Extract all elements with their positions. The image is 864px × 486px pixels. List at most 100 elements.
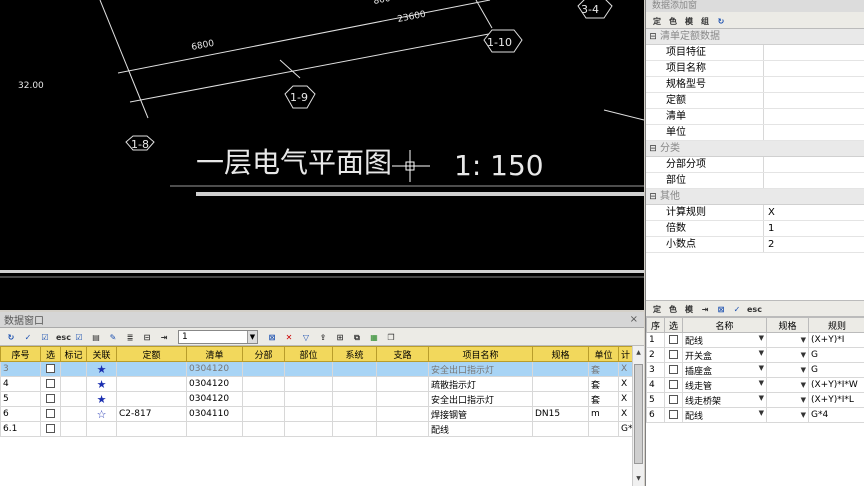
rule-name-select[interactable]: 插座盒 ▼ — [682, 362, 767, 378]
rule-name-select[interactable]: 配线 ▼ — [682, 407, 767, 423]
rule-spec-select[interactable]: ▼ — [766, 362, 809, 378]
filter-icon[interactable]: ▽ — [299, 330, 313, 343]
star-outline-icon[interactable]: ☆ — [97, 408, 107, 421]
column-header[interactable]: 名称 — [682, 317, 767, 333]
level-combo[interactable]: 1 ▼ — [178, 329, 258, 344]
scroll-thumb[interactable] — [634, 364, 643, 464]
column-header[interactable]: 规格 — [532, 346, 589, 362]
column-header[interactable]: 清单 — [186, 346, 243, 362]
rule-name-select[interactable]: 配线 ▼ — [682, 332, 767, 348]
chevron-down-icon[interactable]: ▼ — [759, 409, 764, 417]
vertical-scrollbar[interactable]: ▲ ▼ — [632, 346, 644, 486]
row-checkbox[interactable] — [46, 409, 55, 418]
color-button[interactable]: 色 — [666, 14, 680, 27]
esc-icon[interactable]: esc — [55, 330, 71, 343]
chevron-down-icon[interactable]: ▼ — [759, 379, 764, 387]
checkbox-icon[interactable]: ☑ — [72, 330, 86, 343]
chevron-down-icon[interactable]: ▼ — [759, 349, 764, 357]
column-header[interactable]: 分部 — [242, 346, 285, 362]
edit-icon[interactable]: ▤ — [89, 330, 103, 343]
column-header[interactable]: 标记 — [60, 346, 87, 362]
property-row[interactable]: 项目名称 — [646, 61, 864, 77]
rule-name-select[interactable]: 线走桥架 ▼ — [682, 392, 767, 408]
check-all-icon[interactable]: ☑ — [38, 330, 52, 343]
category-quota[interactable]: ⊟ 清单定额数据 — [646, 29, 864, 45]
row-checkbox[interactable] — [669, 365, 678, 374]
column-header[interactable]: 规则 — [808, 317, 864, 333]
ruler-icon[interactable]: ⊟ — [140, 330, 154, 343]
excel-icon[interactable]: ▦ — [367, 330, 381, 343]
property-row[interactable]: 部位 — [646, 173, 864, 189]
quota-button[interactable]: 定 — [650, 14, 664, 27]
row-checkbox[interactable] — [46, 364, 55, 373]
property-row[interactable]: 小数点 2 — [646, 237, 864, 253]
collapse-icon[interactable]: ⊟ — [646, 189, 660, 204]
row-checkbox[interactable] — [46, 379, 55, 388]
quota-button[interactable]: 定 — [650, 302, 664, 315]
rule-spec-select[interactable]: ▼ — [766, 377, 809, 393]
row-checkbox[interactable] — [669, 350, 678, 359]
axis-marker[interactable]: 1-10 — [483, 29, 523, 53]
column-header[interactable]: 部位 — [284, 346, 333, 362]
property-row[interactable]: 规格型号 — [646, 77, 864, 93]
cad-canvas[interactable]: 1-8 1-9 1-10 3-4 32.00 6800 23600 800 一层… — [0, 0, 644, 310]
column-header[interactable]: 序 — [646, 317, 665, 333]
axis-marker[interactable]: 1-8 — [125, 135, 155, 151]
calc-icon[interactable]: ⊠ — [265, 330, 279, 343]
check-icon[interactable]: ✓ — [730, 302, 744, 315]
rule-spec-select[interactable]: ▼ — [766, 407, 809, 423]
refresh-icon[interactable]: ↻ — [714, 14, 728, 27]
column-header[interactable]: 计 — [618, 346, 633, 362]
group-button[interactable]: 组 — [698, 14, 712, 27]
rule-name-select[interactable]: 线走管 ▼ — [682, 377, 767, 393]
chevron-down-icon[interactable]: ▼ — [759, 364, 764, 372]
row-checkbox[interactable] — [669, 410, 678, 419]
upload-icon[interactable]: ⇪ — [316, 330, 330, 343]
grid-icon[interactable]: ⊞ — [333, 330, 347, 343]
property-row[interactable]: 项目特征 — [646, 45, 864, 61]
color-button[interactable]: 色 — [666, 302, 680, 315]
table-row[interactable]: 2 开关盒 ▼ ▼ G — [646, 347, 864, 363]
column-header[interactable]: 序号 — [0, 346, 41, 362]
row-checkbox[interactable] — [46, 424, 55, 433]
scroll-up-icon[interactable]: ▲ — [634, 348, 643, 358]
table-row[interactable]: 3 ★ 0304120 安全出口指示灯 套 X — [0, 361, 633, 377]
table-row[interactable]: 6 配线 ▼ ▼ G*4 — [646, 407, 864, 423]
calc-icon[interactable]: ⊠ — [714, 302, 728, 315]
rule-spec-select[interactable]: ▼ — [766, 332, 809, 348]
template-button[interactable]: 模 — [682, 302, 696, 315]
rule-spec-select[interactable]: ▼ — [766, 347, 809, 363]
star-icon[interactable]: ★ — [97, 378, 107, 391]
property-row[interactable]: 单位 — [646, 125, 864, 141]
table-row[interactable]: 5 线走桥架 ▼ ▼ (X+Y)*I*L — [646, 392, 864, 408]
column-header[interactable]: 支路 — [376, 346, 429, 362]
chevron-down-icon[interactable]: ▼ — [801, 336, 806, 344]
chevron-down-icon[interactable]: ▼ — [801, 411, 806, 419]
collapse-icon[interactable]: ⊟ — [646, 141, 660, 156]
category-classification[interactable]: ⊟ 分类 — [646, 141, 864, 157]
column-header[interactable]: 规格 — [766, 317, 809, 333]
export-icon[interactable]: ⇥ — [698, 302, 712, 315]
chevron-down-icon[interactable]: ▼ — [801, 351, 806, 359]
delete-icon[interactable]: ✕ — [282, 330, 296, 343]
align-icon[interactable]: ≣ — [123, 330, 137, 343]
scroll-down-icon[interactable]: ▼ — [634, 474, 643, 484]
category-other[interactable]: ⊟ 其他 — [646, 189, 864, 205]
table-row[interactable]: 4 线走管 ▼ ▼ (X+Y)*I*W — [646, 377, 864, 393]
property-row[interactable]: 定额 — [646, 93, 864, 109]
check-icon[interactable]: ✓ — [21, 330, 35, 343]
template-button[interactable]: 模 — [682, 14, 696, 27]
refresh-icon[interactable]: ↻ — [4, 330, 18, 343]
chevron-down-icon[interactable]: ▼ — [759, 334, 764, 342]
column-header[interactable]: 选 — [40, 346, 61, 362]
copy-icon[interactable]: ❐ — [384, 330, 398, 343]
pencil-icon[interactable]: ✎ — [106, 330, 120, 343]
table-row[interactable]: 5 ★ 0304120 安全出口指示灯 套 X — [0, 391, 633, 407]
column-header[interactable]: 系统 — [332, 346, 377, 362]
chevron-down-icon[interactable]: ▼ — [801, 366, 806, 374]
star-icon[interactable]: ★ — [97, 393, 107, 406]
row-checkbox[interactable] — [669, 335, 678, 344]
table-row[interactable]: 1 配线 ▼ ▼ (X+Y)*I — [646, 332, 864, 348]
column-header[interactable]: 定额 — [116, 346, 187, 362]
chevron-down-icon[interactable]: ▼ — [801, 381, 806, 389]
